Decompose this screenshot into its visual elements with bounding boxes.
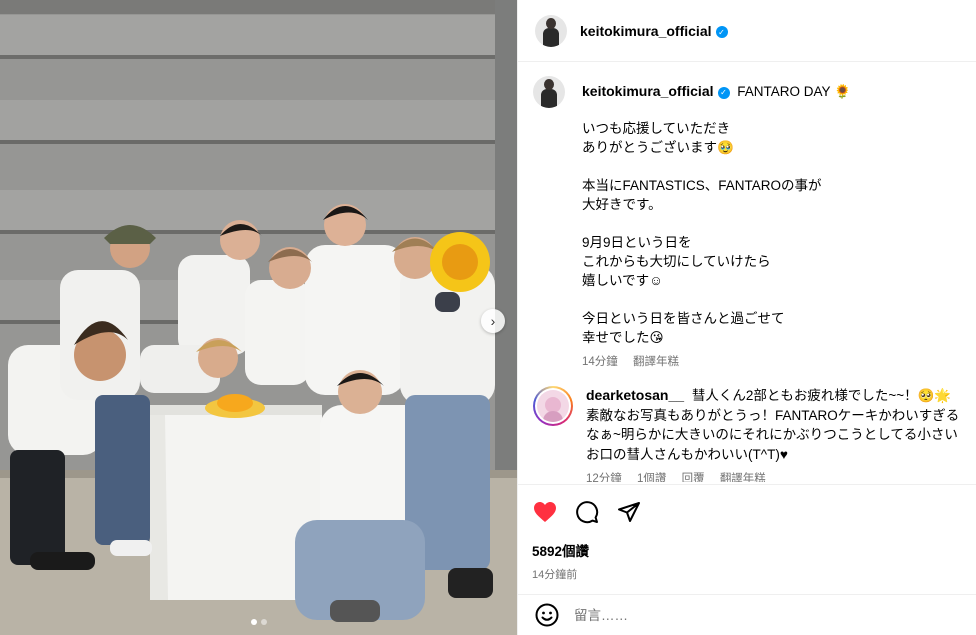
emoji-icon[interactable]: [534, 602, 560, 628]
send-icon[interactable]: [616, 499, 642, 525]
caption-line: 大好きです。: [582, 197, 662, 212]
caption-line: ありがとうございます🥹: [582, 140, 734, 155]
caption-line: いつも応援していただき: [582, 121, 731, 136]
caption-line: [582, 214, 851, 233]
comments-scroll-area[interactable]: keitokimura_official ✓ FANTARO DAY 🌻 いつも応…: [518, 62, 976, 482]
caption-username-text[interactable]: keitokimura_official: [582, 83, 714, 99]
caption: keitokimura_official ✓ FANTARO DAY 🌻 いつも応…: [533, 76, 960, 372]
chevron-right-icon: ›: [490, 313, 496, 329]
author-username-text[interactable]: keitokimura_official: [580, 23, 712, 39]
caption-line: [582, 290, 851, 309]
post-header: keitokimura_official ✓: [518, 0, 976, 62]
comment-time[interactable]: 12分鐘: [586, 473, 622, 482]
caption-line: 本当にFANTASTICS、FANTAROの事が: [582, 178, 822, 193]
carousel-next-button[interactable]: ›: [481, 309, 505, 333]
caption-line: 今日という日を皆さんと過ごせて: [582, 311, 785, 326]
carousel-dots: [0, 619, 517, 625]
post-actions: 5892個讚 14分鐘前: [518, 484, 976, 582]
comment-reply-link[interactable]: 回覆: [682, 473, 705, 482]
caption-time[interactable]: 14分鐘: [582, 356, 618, 368]
comment-translate-link[interactable]: 翻譯年糕: [720, 473, 766, 482]
instagram-post-modal: › keitokimura_official ✓ keitokimura_offi…: [0, 0, 976, 635]
add-comment-bar: [518, 594, 976, 635]
author-username[interactable]: keitokimura_official ✓: [580, 23, 728, 39]
comment-meta: 12分鐘 1個讚 回覆 翻譯年糕: [586, 470, 960, 482]
verified-badge-icon: ✓: [717, 86, 730, 99]
caption-line: 嬉しいです☺︎: [582, 273, 663, 288]
caption-username[interactable]: keitokimura_official ✓: [582, 83, 730, 99]
caption-line: これからも大切にしていけたら: [582, 254, 771, 269]
caption-line: 9月9日という日を: [582, 235, 692, 250]
carousel-dot: [260, 619, 267, 625]
comment-icon[interactable]: [574, 499, 600, 525]
caption-title: FANTARO DAY 🌻: [737, 84, 851, 99]
post-side-panel: keitokimura_official ✓ keitokimura_offici…: [517, 0, 976, 635]
likes-count[interactable]: 5892個讚: [532, 540, 960, 560]
carousel-dot: [250, 619, 257, 625]
author-avatar[interactable]: [535, 14, 567, 47]
comment-input[interactable]: [574, 607, 914, 623]
post-time[interactable]: 14分鐘前: [532, 566, 960, 582]
caption-translate-link[interactable]: 翻譯年糕: [633, 356, 679, 368]
caption-author-avatar[interactable]: [533, 76, 565, 108]
post-photo[interactable]: ›: [0, 0, 517, 635]
heart-filled-icon[interactable]: [532, 499, 558, 525]
caption-text: いつも応援していただき ありがとうございます🥹 本当にFANTASTICS、FA…: [582, 119, 851, 347]
caption-line: 幸せでした😘: [582, 330, 664, 345]
caption-line: [582, 157, 851, 176]
verified-badge-icon: ✓: [715, 26, 728, 38]
group-photo-image: [0, 0, 517, 635]
comment-likes[interactable]: 1個讚: [637, 473, 666, 482]
commenter-username[interactable]: dearketosan__: [586, 387, 684, 403]
comment-item: dearketosan__ 彗人くん2部ともお疲れ様でした~~！🥺🌟素敵なお写真…: [533, 386, 960, 482]
caption-meta: 14分鐘 翻譯年糕: [582, 353, 851, 372]
commenter-avatar[interactable]: [533, 386, 573, 426]
